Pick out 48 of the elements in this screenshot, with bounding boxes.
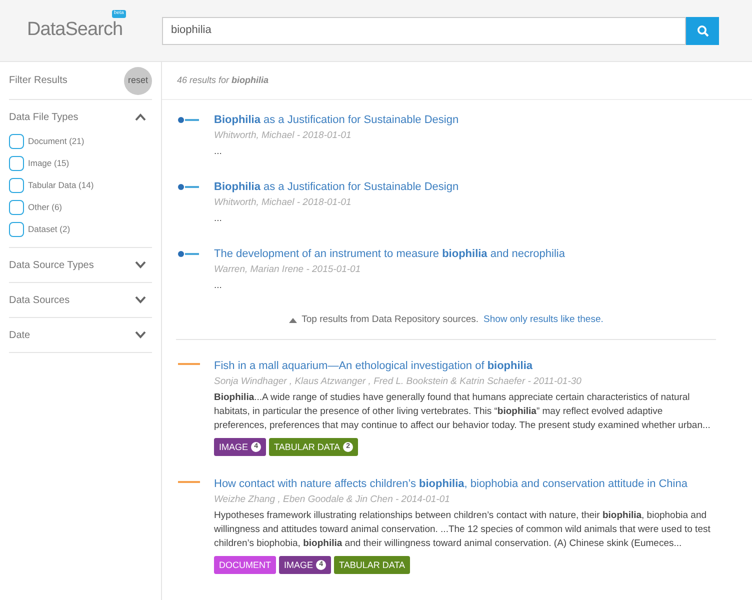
search-button[interactable] xyxy=(686,16,719,44)
caret-up-icon xyxy=(288,318,297,323)
filter-option-label: Dataset (2) xyxy=(28,223,70,236)
filter-section-header[interactable]: Data Source Types xyxy=(9,258,94,272)
result-snippet: Biophilia...A wide range of studies have generally found that humans appreciate certain characteristics of natural habitats, in particular the presence of other living vertebrates. This “biophilia” may reflect evolved adaptive preferences, preferences that may continue to affect our behavior today. The present study examined whether urban... xyxy=(214,391,712,434)
result-snippet: Hypotheses framework illustrating relationships between children’s contact with nature, their biophilia, biophobia and willingness and attitudes toward animal conservation. ...The 12 species of common wild animals that were used to test children’s biophobia, biophilia and their willingness toward animal conservation. (A) Chinese skink (Eumeces... xyxy=(214,509,712,552)
reset-button[interactable]: reset xyxy=(124,66,152,94)
chevron-down-icon[interactable] xyxy=(135,261,146,269)
search-icon xyxy=(696,24,708,36)
filter-section-header[interactable]: Date xyxy=(9,328,30,342)
source-logo-icon xyxy=(178,250,200,258)
result-title-link[interactable]: Fish in a mall aquarium—An ethological investigation of biophilia xyxy=(214,358,716,374)
result-snippet: ... xyxy=(214,145,223,159)
filter-option-label: Document (21) xyxy=(28,135,84,148)
checkbox[interactable] xyxy=(9,134,24,149)
result-meta: Whitworth, Michael - 2018-01-01 xyxy=(214,129,352,143)
result-meta: Warren, Marian Irene - 2015-01-01 xyxy=(214,263,362,277)
result-meta: Sonja Windhager , Klaus Atzwanger , Fred L. Bookstein & Katrin Schaefer - 2011-01-30 xyxy=(214,375,582,390)
search-field[interactable]: biophilia xyxy=(162,16,686,44)
checkbox[interactable] xyxy=(9,200,24,215)
repository-note: Top results from Data Repository sources. xyxy=(302,313,478,327)
checkbox[interactable] xyxy=(9,156,24,171)
filter-section-header[interactable]: Data File Types xyxy=(9,110,78,124)
filter-option-label: Tabular Data (14) xyxy=(28,179,94,192)
checkbox[interactable] xyxy=(9,222,24,237)
result-title-link[interactable]: How contact with nature affects children’s biophilia, biophobia and conservation attitude in China xyxy=(214,476,716,492)
logo[interactable]: DataSearch xyxy=(27,19,123,40)
result-meta: Weizhe Zhang , Eben Goodale & Jin Chen - 2014-01-01 xyxy=(214,493,451,508)
filter-section-header[interactable]: Data Sources xyxy=(9,292,70,308)
result-title-link[interactable]: The development of an instrument to measure biophilia and necrophilia xyxy=(214,246,716,262)
filter-option-label: Other (6) xyxy=(28,201,62,214)
result-snippet: ... xyxy=(214,279,223,293)
file-type-tag[interactable]: TABULAR DATA xyxy=(334,556,410,574)
results-summary: 46 results for biophilia xyxy=(177,74,269,87)
result-title-link[interactable]: Biophilia as a Justification for Sustainable Design xyxy=(214,112,716,128)
result-meta: Whitworth, Michael - 2018-01-01 xyxy=(214,196,352,210)
filter-title: Filter Results xyxy=(9,74,68,88)
chevron-down-icon[interactable] xyxy=(135,331,146,339)
show-only-link[interactable]: Show only results like these. xyxy=(484,313,604,328)
result-snippet: ... xyxy=(214,212,223,226)
source-logo-icon xyxy=(178,183,200,191)
filter-option-label: Image (15) xyxy=(28,157,70,170)
file-type-tag[interactable]: DOCUMENT xyxy=(214,556,276,574)
checkbox[interactable] xyxy=(9,178,24,193)
result-title-link[interactable]: Biophilia as a Justification for Sustainable Design xyxy=(214,179,716,195)
chevron-up-icon[interactable] xyxy=(135,113,146,121)
source-logo-icon xyxy=(178,116,200,124)
chevron-down-icon[interactable] xyxy=(135,296,146,304)
